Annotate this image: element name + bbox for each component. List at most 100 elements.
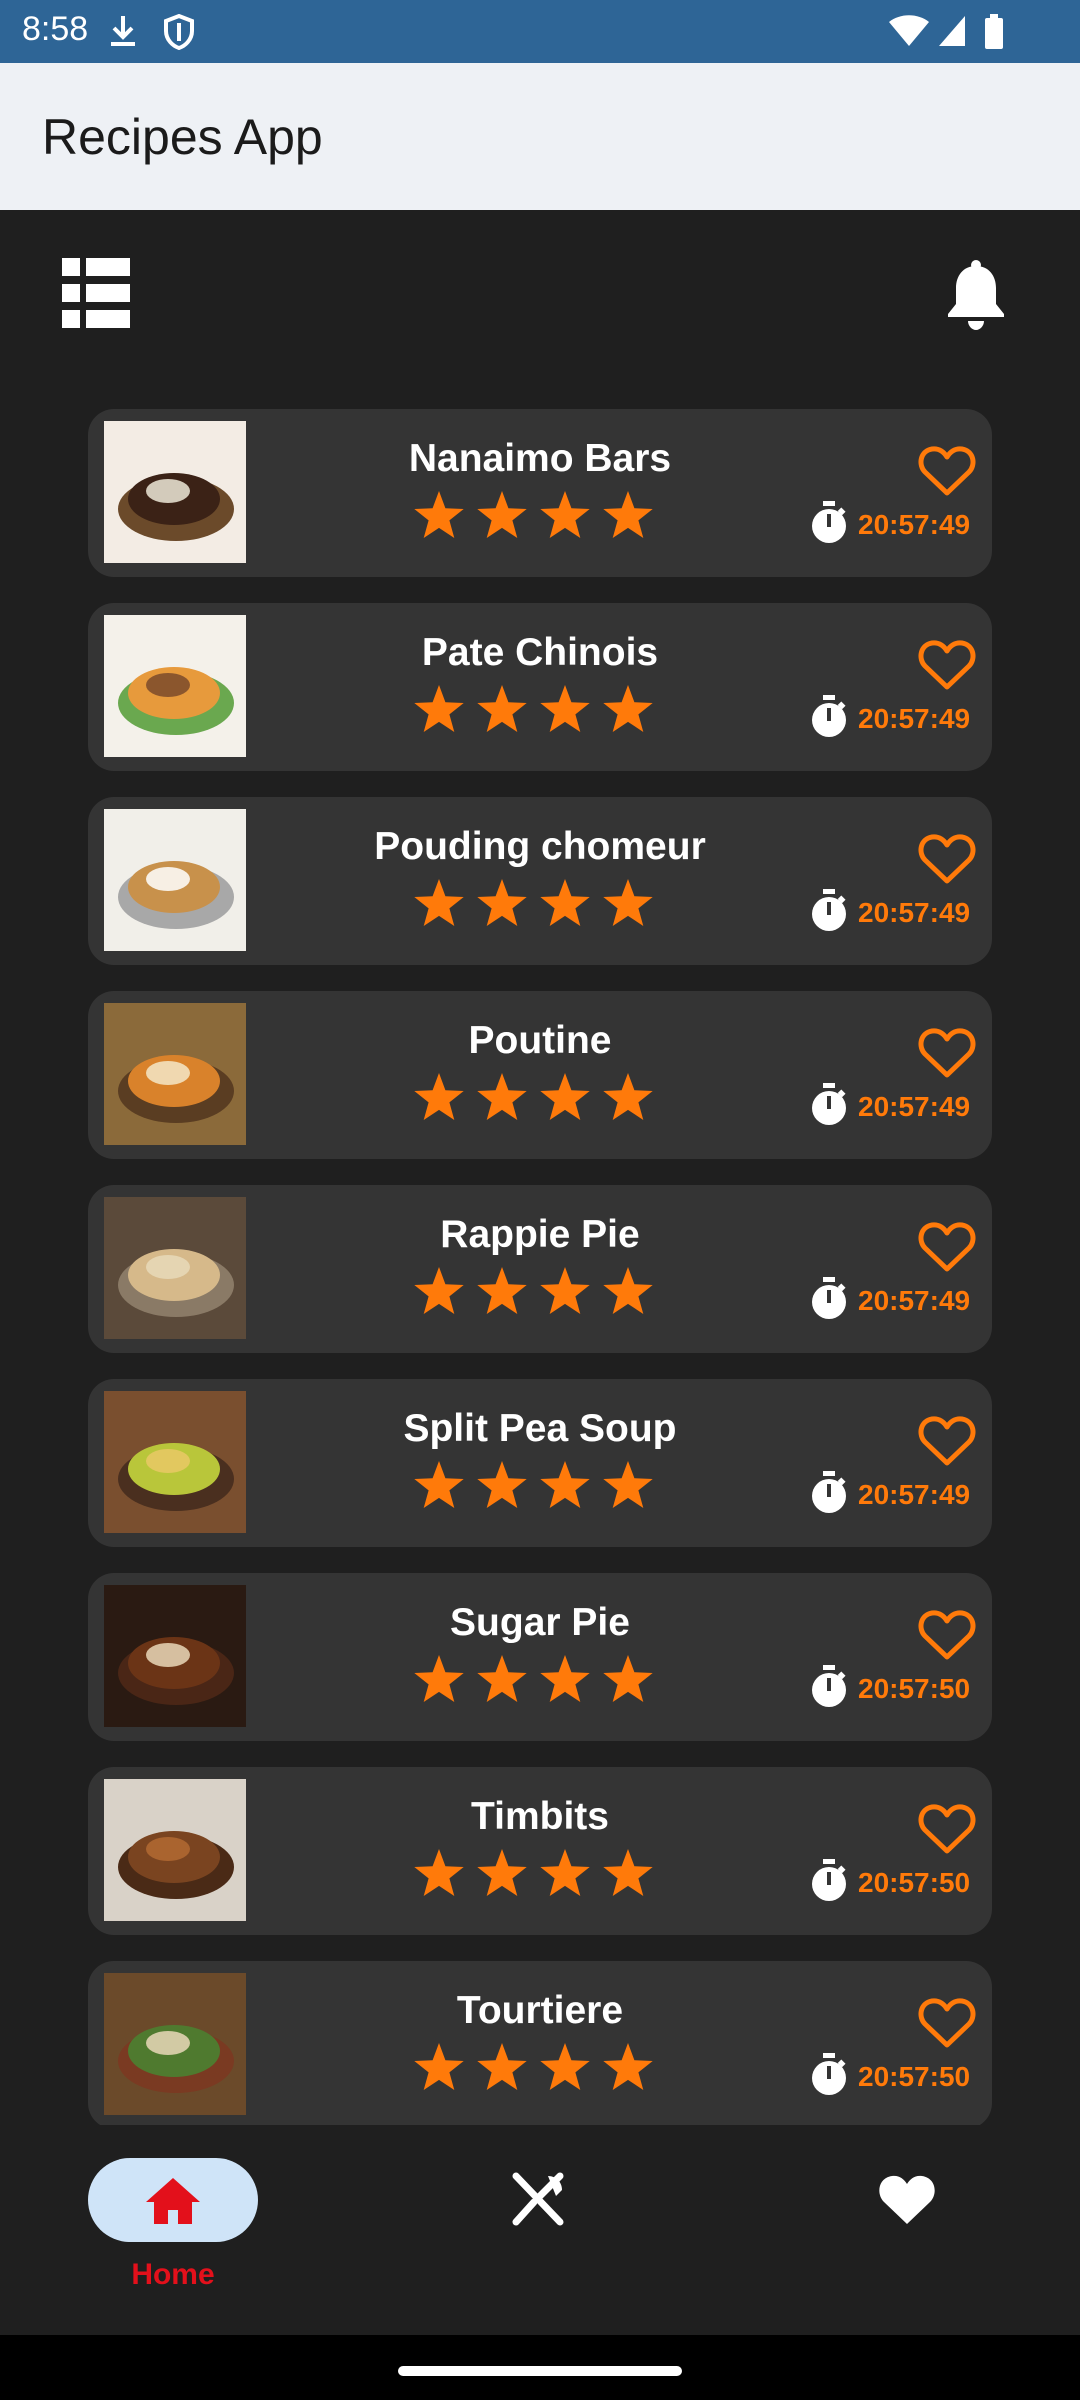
recipe-title: Pouding chomeur	[374, 825, 706, 868]
star-icon	[603, 879, 653, 926]
stopwatch-icon	[812, 1665, 846, 1707]
recipe-card[interactable]: Pouding chomeur 20:57:49	[88, 797, 992, 965]
star-icon	[477, 1073, 527, 1120]
rating-stars	[414, 1655, 653, 1702]
star-icon	[414, 1461, 464, 1508]
wifi-icon	[889, 15, 929, 46]
recipe-time: 20:57:49	[858, 1285, 971, 1316]
shield-icon	[164, 14, 194, 50]
rating-stars	[414, 685, 653, 732]
rating-stars	[414, 1267, 653, 1314]
nav-home-button[interactable]	[88, 2158, 258, 2242]
favorite-heart-icon[interactable]	[918, 639, 976, 691]
rating-stars	[414, 1461, 653, 1508]
favorite-heart-icon[interactable]	[918, 1997, 976, 2049]
star-icon	[414, 1267, 464, 1314]
bell-icon[interactable]	[945, 260, 1007, 330]
star-icon	[477, 1655, 527, 1702]
recipe-title: Rappie Pie	[440, 1213, 640, 1256]
grid-view-icon[interactable]	[62, 258, 130, 328]
star-icon	[540, 2043, 590, 2090]
recipe-time: 20:57:49	[858, 897, 971, 928]
star-icon	[477, 1267, 527, 1314]
nav-home-label[interactable]: Home	[88, 2258, 258, 2292]
recipe-time: 20:57:49	[858, 703, 971, 734]
favorite-heart-icon[interactable]	[918, 833, 976, 885]
download-icon	[111, 16, 135, 46]
utensils-icon[interactable]	[510, 2172, 566, 2228]
recipe-time: 20:57:49	[858, 1479, 971, 1510]
recipe-card[interactable]: Pate Chinois 20:57:49	[88, 603, 992, 771]
recipe-card[interactable]: Timbits 20:57:50	[88, 1767, 992, 1935]
star-icon	[603, 1073, 653, 1120]
recipe-card[interactable]: Tourtiere 20:57:50	[88, 1961, 992, 2125]
star-icon	[414, 685, 464, 732]
star-icon	[603, 1849, 653, 1896]
recipe-card[interactable]: Rappie Pie 20:57:49	[88, 1185, 992, 1353]
home-gesture-bar[interactable]	[398, 2366, 682, 2376]
stopwatch-icon	[812, 1277, 846, 1319]
toolbar	[0, 210, 1080, 370]
rating-stars	[414, 1849, 653, 1896]
favorite-heart-icon[interactable]	[918, 1609, 976, 1661]
recipe-title: Timbits	[471, 1795, 609, 1838]
stopwatch-icon	[812, 501, 846, 543]
favorite-heart-icon[interactable]	[918, 1221, 976, 1273]
star-icon	[540, 685, 590, 732]
app-bar: Recipes App	[0, 63, 1080, 210]
recipe-time: 20:57:49	[858, 1091, 971, 1122]
star-icon	[414, 1655, 464, 1702]
star-icon	[603, 491, 653, 538]
recipe-title: Pate Chinois	[421, 631, 659, 674]
stopwatch-icon	[812, 1859, 846, 1901]
rating-stars	[414, 1073, 653, 1120]
star-icon	[477, 2043, 527, 2090]
status-time: 8:58	[22, 10, 89, 48]
star-icon	[540, 491, 590, 538]
heart-icon[interactable]	[878, 2172, 936, 2226]
rating-stars	[414, 2043, 653, 2090]
recipe-time: 20:57:50	[858, 2061, 971, 2092]
recipe-title: Split Pea Soup	[403, 1407, 677, 1450]
recipe-card[interactable]: Nanaimo Bars 20:57:49	[88, 409, 992, 577]
favorite-heart-icon[interactable]	[918, 1803, 976, 1855]
recipe-title: Sugar Pie	[450, 1601, 630, 1644]
star-icon	[540, 879, 590, 926]
star-icon	[477, 1849, 527, 1896]
recipe-list[interactable]: Nanaimo Bars 20:57:49 Pate Chinois 20:57:49…	[0, 370, 1080, 2125]
star-icon	[414, 879, 464, 926]
status-bar: 8:58	[0, 0, 1080, 63]
star-icon	[414, 1849, 464, 1896]
bottom-nav: Home	[0, 2125, 1080, 2335]
star-icon	[414, 2043, 464, 2090]
favorite-heart-icon[interactable]	[918, 445, 976, 497]
recipe-time: 20:57:49	[858, 509, 971, 540]
star-icon	[603, 1461, 653, 1508]
stopwatch-icon	[812, 889, 846, 931]
star-icon	[603, 1655, 653, 1702]
gesture-area	[0, 2335, 1080, 2400]
stopwatch-icon	[812, 1471, 846, 1513]
stopwatch-icon	[812, 1083, 846, 1125]
signal-icon	[939, 16, 965, 46]
stopwatch-icon	[812, 695, 846, 737]
favorite-heart-icon[interactable]	[918, 1027, 976, 1079]
star-icon	[477, 1461, 527, 1508]
star-icon	[477, 491, 527, 538]
favorite-heart-icon[interactable]	[918, 1415, 976, 1467]
star-icon	[540, 1267, 590, 1314]
recipe-card[interactable]: Sugar Pie 20:57:50	[88, 1573, 992, 1741]
recipe-title: Nanaimo Bars	[408, 437, 672, 480]
recipe-title: Poutine	[468, 1019, 612, 1062]
rating-stars	[414, 879, 653, 926]
star-icon	[414, 1073, 464, 1120]
rating-stars	[414, 491, 653, 538]
star-icon	[603, 685, 653, 732]
star-icon	[540, 1461, 590, 1508]
recipe-card[interactable]: Split Pea Soup 20:57:49	[88, 1379, 992, 1547]
star-icon	[477, 879, 527, 926]
recipe-time: 20:57:50	[858, 1673, 971, 1704]
star-icon	[414, 491, 464, 538]
recipe-title: Tourtiere	[456, 1989, 624, 2032]
recipe-card[interactable]: Poutine 20:57:49	[88, 991, 992, 1159]
